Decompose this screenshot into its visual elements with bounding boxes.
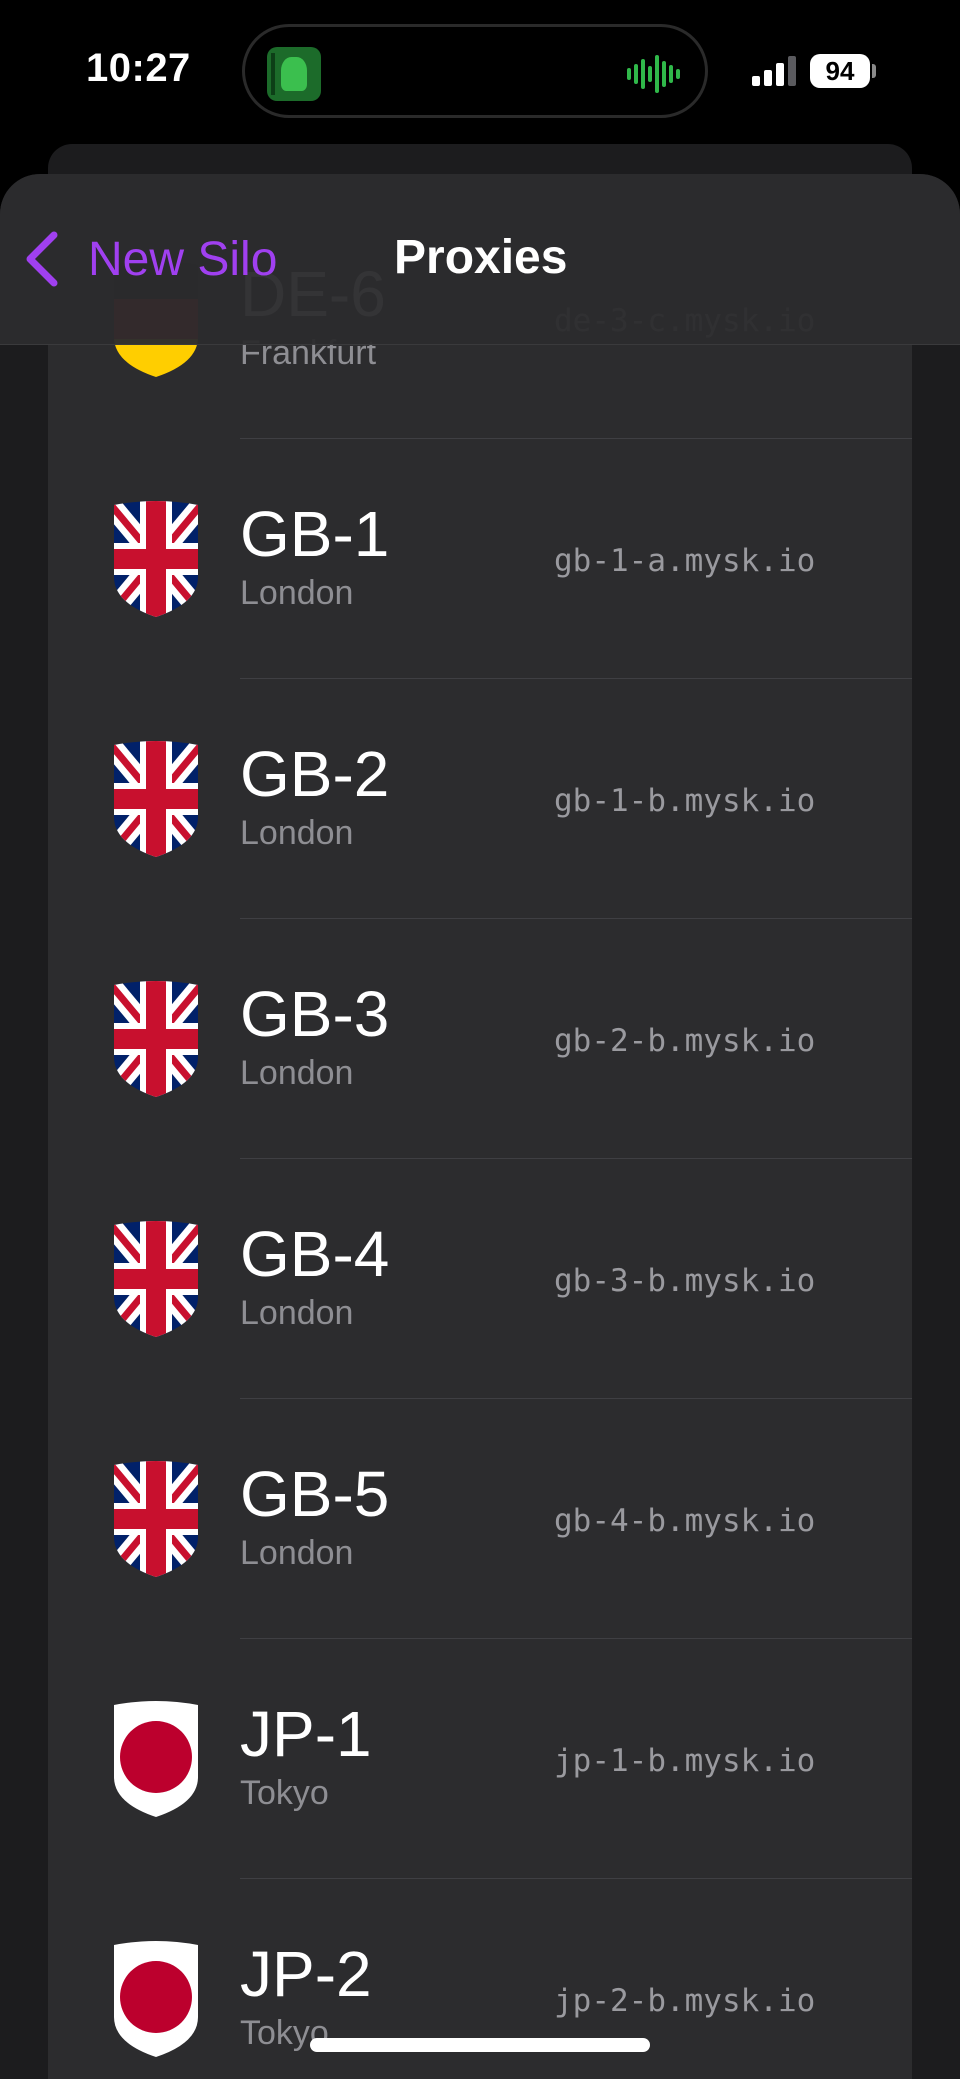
proxy-city: Tokyo [240, 1774, 329, 1812]
proxy-host: gb-2-b.mysk.io [554, 1023, 816, 1059]
back-button[interactable]: New Silo [22, 224, 277, 294]
proxy-host: gb-4-b.mysk.io [554, 1503, 816, 1539]
proxies-sheet: DE-6Frankfurtde-3-c.mysk.ioGB-1Londongb-… [0, 174, 960, 2079]
gb-flag-icon [106, 1459, 206, 1579]
gb-flag-icon [106, 499, 206, 619]
gb-flag-icon [106, 1219, 206, 1339]
status-bar: 10:27 94 [0, 0, 960, 140]
proxy-code: GB-2 [240, 738, 390, 810]
proxy-host: gb-1-a.mysk.io [554, 543, 816, 579]
album-art-icon [267, 47, 321, 101]
back-button-label: New Silo [88, 232, 278, 286]
dynamic-island[interactable] [242, 24, 708, 118]
jp-flag-icon [106, 1699, 206, 1819]
proxy-host: gb-3-b.mysk.io [554, 1263, 816, 1299]
proxy-city: London [240, 1534, 354, 1572]
proxy-code: GB-4 [240, 1218, 390, 1290]
proxy-code: JP-1 [240, 1698, 372, 1770]
proxy-host: gb-1-b.mysk.io [554, 783, 816, 819]
home-indicator[interactable] [310, 2038, 650, 2052]
proxy-city: London [240, 1294, 354, 1332]
proxy-row[interactable]: GB-3 London gb-2-b.mysk.io [48, 919, 912, 1159]
cellular-signal-icon [752, 56, 796, 86]
proxy-row[interactable]: GB-5 London gb-4-b.mysk.io [48, 1399, 912, 1639]
battery-indicator: 94 [810, 54, 870, 88]
proxy-host: jp-1-b.mysk.io [554, 1743, 816, 1779]
proxy-code: GB-1 [240, 498, 390, 570]
proxy-city: London [240, 814, 354, 852]
proxy-code: JP-2 [240, 1938, 372, 2010]
proxy-row[interactable]: GB-2 London gb-1-b.mysk.io [48, 679, 912, 919]
proxy-host: jp-2-b.mysk.io [554, 1983, 816, 2019]
gb-flag-icon [106, 739, 206, 859]
navigation-bar: New Silo Proxies [0, 174, 960, 345]
proxy-row[interactable]: GB-1 London gb-1-a.mysk.io [48, 439, 912, 679]
status-time: 10:27 [86, 46, 191, 90]
proxy-city: London [240, 574, 354, 612]
battery-cap [872, 64, 876, 78]
chevron-left-icon [26, 231, 58, 287]
page-title: Proxies [394, 231, 568, 284]
proxy-code: GB-3 [240, 978, 390, 1050]
proxy-row[interactable]: GB-4 London gb-3-b.mysk.io [48, 1159, 912, 1399]
jp-flag-icon [106, 1939, 206, 2059]
proxy-city: London [240, 1054, 354, 1092]
waveform-icon [627, 55, 680, 93]
proxy-list[interactable]: DE-6Frankfurtde-3-c.mysk.ioGB-1Londongb-… [48, 174, 912, 2079]
proxy-row[interactable]: JP-1 Tokyo jp-1-b.mysk.io [48, 1639, 912, 1879]
gb-flag-icon [106, 979, 206, 1099]
proxy-code: GB-5 [240, 1458, 390, 1530]
